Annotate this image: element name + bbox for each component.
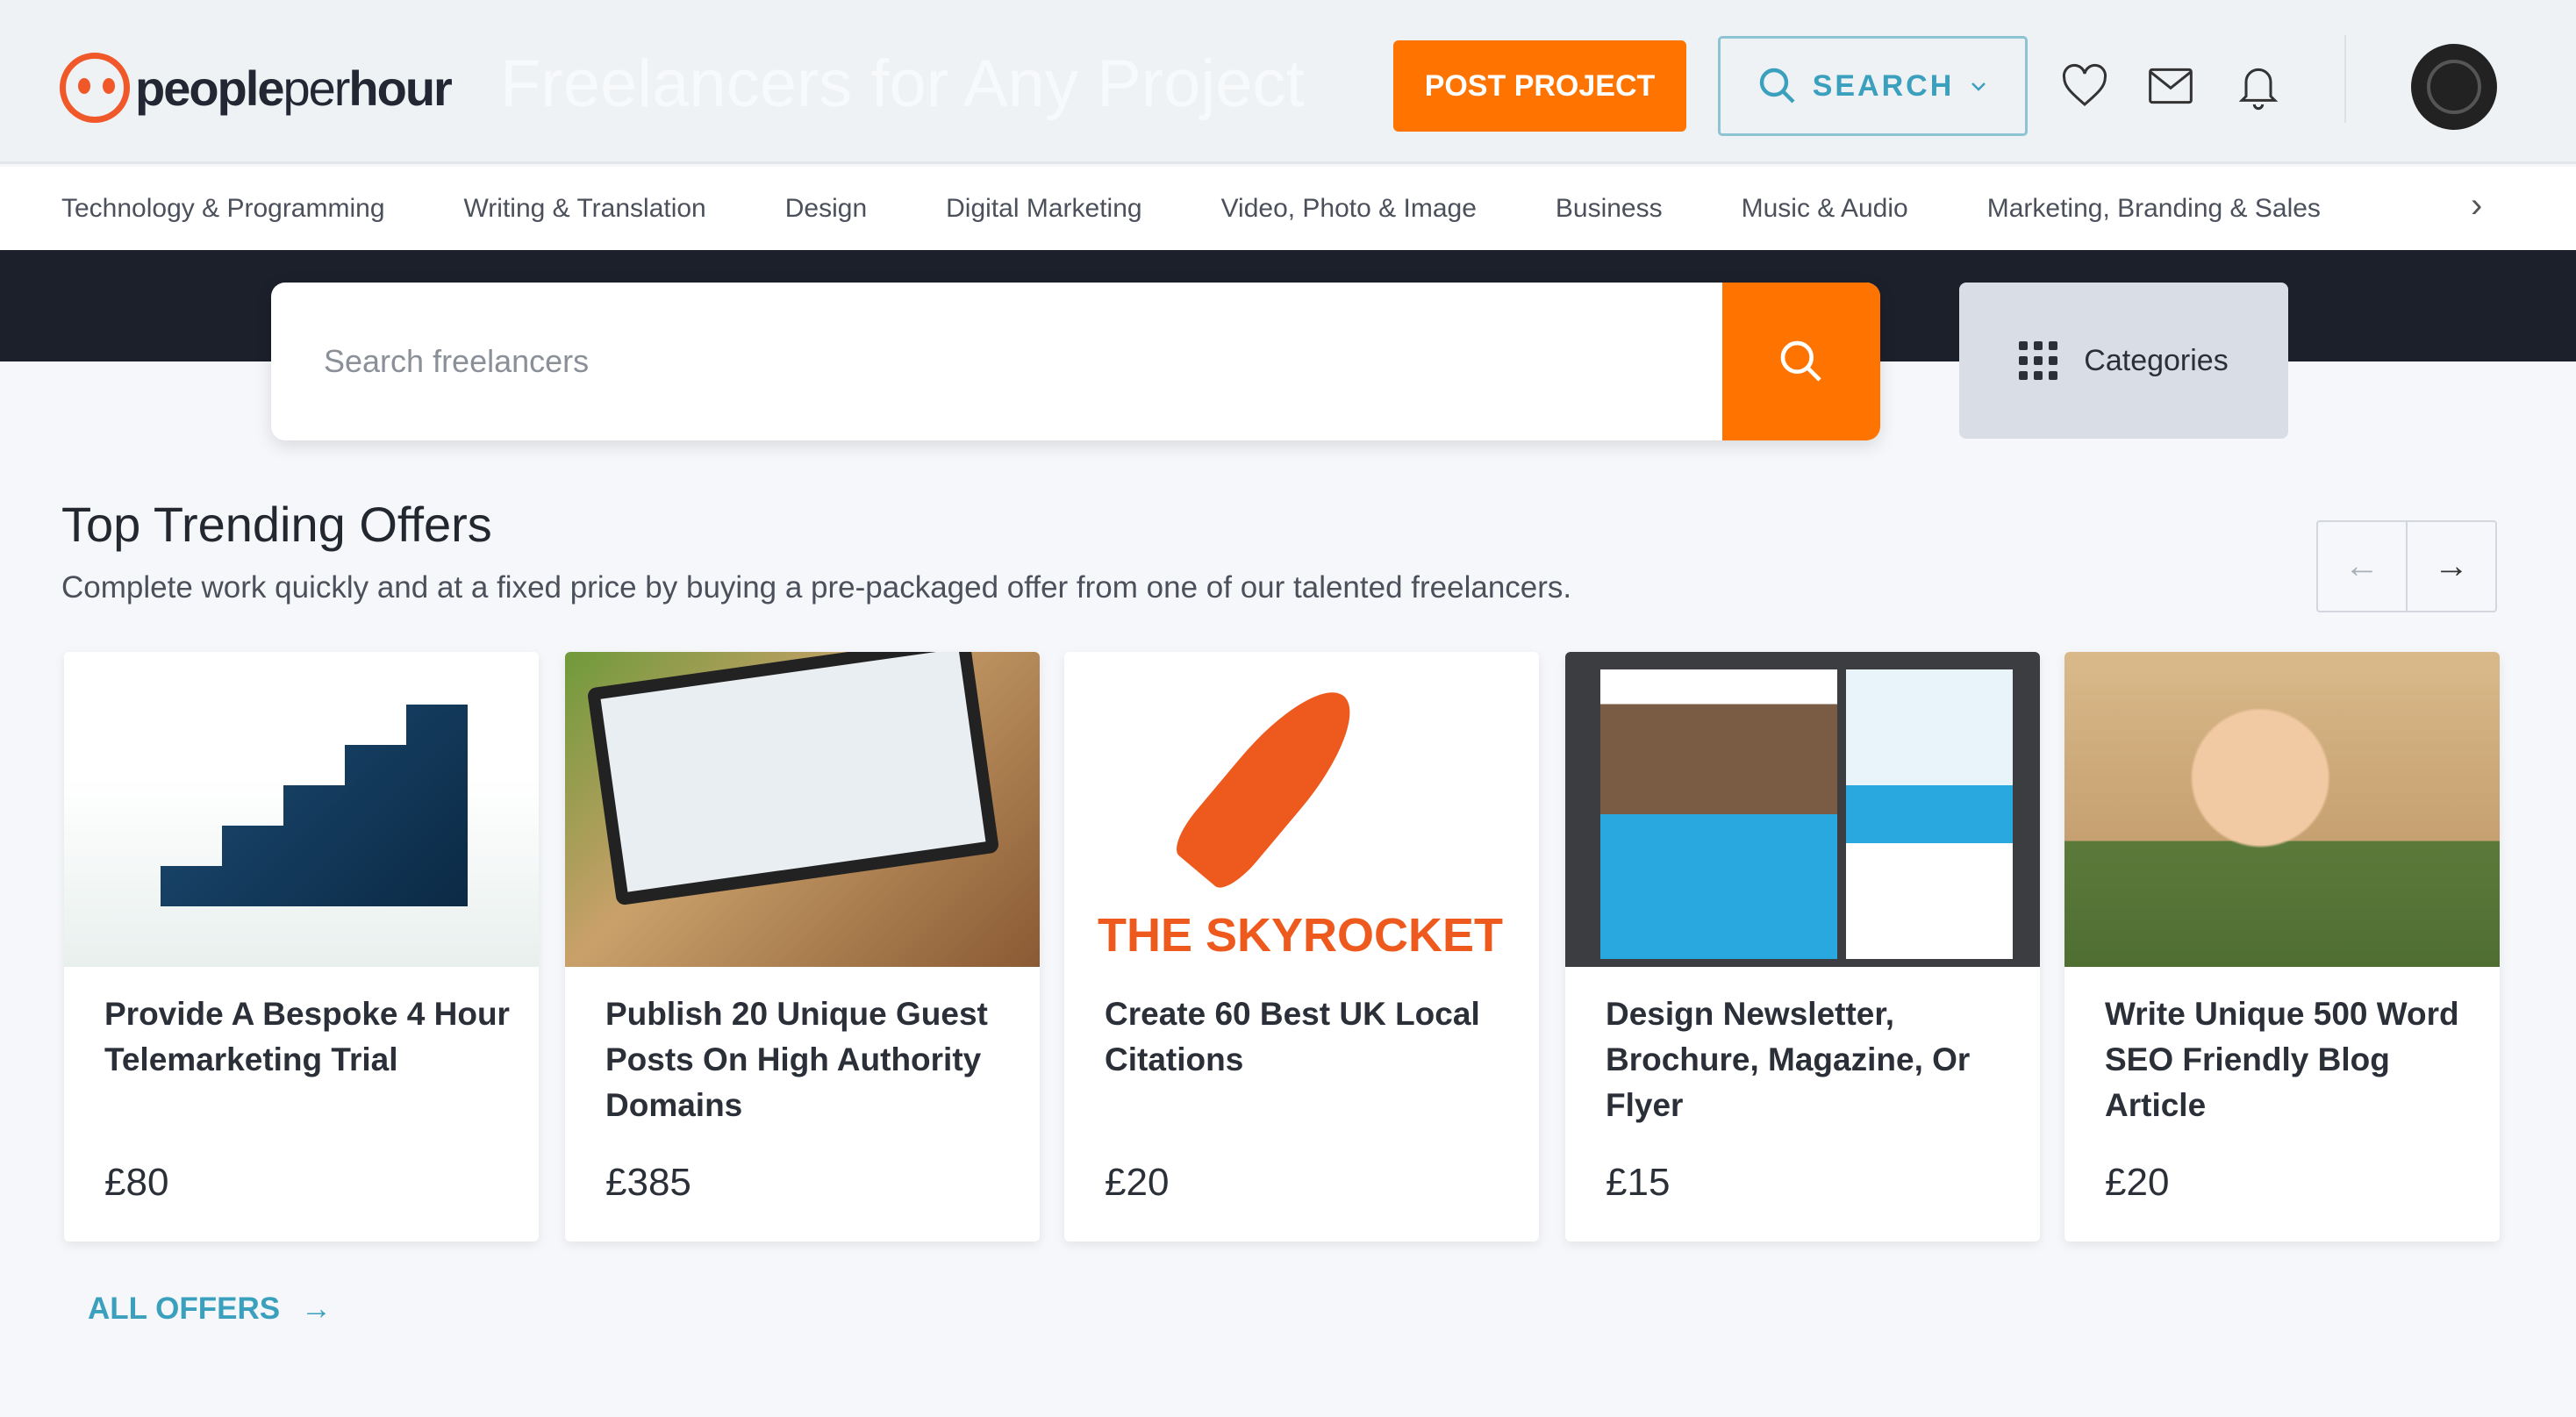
search-submit-button[interactable] [1722,283,1880,440]
nav-item-business[interactable]: Business [1556,194,1663,224]
offer-image [2064,652,2500,967]
divider [2344,35,2346,123]
nav-item-music[interactable]: Music & Audio [1742,194,1908,224]
post-project-button[interactable]: POST PROJECT [1393,40,1686,132]
search-icon [1780,340,1821,382]
arrow-right-icon[interactable]: → [2406,522,2495,611]
offer-title: Design Newsletter, Brochure, Magazine, O… [1606,996,1971,1123]
offer-price: £20 [2105,1161,2170,1204]
category-nav: Technology & Programming Writing & Trans… [0,167,2576,250]
all-offers-label: ALL OFFERS [88,1292,281,1326]
nav-item-digital-marketing[interactable]: Digital Marketing [946,194,1141,224]
offer-title: Create 60 Best UK Local Citations [1105,996,1480,1077]
bell-icon[interactable] [2234,61,2283,111]
search-input[interactable] [271,283,1722,440]
nav-item-design[interactable]: Design [785,194,867,224]
categories-label: Categories [2084,343,2229,377]
offer-image-text: THE SKYROCKET [1098,909,1504,962]
logo-text: people [135,60,284,116]
logo-text: hour [348,60,452,116]
offer-title: Write Unique 500 Word SEO Friendly Blog … [2105,996,2459,1123]
offer-price: £80 [104,1161,169,1204]
logo-icon [60,53,130,123]
logo-text: per [283,60,350,116]
offer-image [64,652,539,967]
offer-card[interactable]: Publish 20 Unique Guest Posts On High Au… [565,652,1040,1242]
arrow-left-icon[interactable]: ← [2318,522,2406,611]
arrow-right-icon: → [301,1292,333,1326]
offer-image [565,652,1040,967]
offer-title: Provide A Bespoke 4 Hour Telemarketing T… [104,996,510,1077]
avatar[interactable] [2411,44,2497,130]
offer-card[interactable]: Write Unique 500 Word SEO Friendly Blog … [2064,652,2500,1242]
offer-card[interactable]: Design Newsletter, Brochure, Magazine, O… [1565,652,2040,1242]
offer-image [1565,652,2040,967]
search-label: SEARCH [1812,68,1955,103]
nav-item-marketing[interactable]: Marketing, Branding & Sales [1987,194,2321,224]
search-dropdown-button[interactable]: SEARCH [1718,36,2028,136]
offer-image: THE SKYROCKET [1064,652,1539,967]
offer-price: £20 [1105,1161,1170,1204]
categories-button[interactable]: Categories [1959,283,2288,439]
heart-icon[interactable] [2060,61,2109,111]
carousel-controls: ← → [2316,520,2497,612]
offer-card[interactable]: THE SKYROCKET Create 60 Best UK Local Ci… [1064,652,1539,1242]
nav-item-writing[interactable]: Writing & Translation [464,194,706,224]
chevron-down-icon [1971,82,1986,91]
all-offers-link[interactable]: ALL OFFERS → [88,1292,332,1327]
hero-title-ghost: Freelancers for Any Project [500,47,1305,121]
search-icon [1759,68,1795,104]
offer-card[interactable]: Provide A Bespoke 4 Hour Telemarketing T… [64,652,539,1242]
search-bar [271,283,1880,440]
nav-item-video-photo[interactable]: Video, Photo & Image [1221,194,1477,224]
offer-price: £15 [1606,1161,1671,1204]
offer-title: Publish 20 Unique Guest Posts On High Au… [605,996,988,1123]
section-subtitle: Complete work quickly and at a fixed pri… [61,570,1572,605]
section-title: Top Trending Offers [61,497,492,552]
nav-item-technology[interactable]: Technology & Programming [61,194,385,224]
offer-price: £385 [605,1161,691,1204]
logo[interactable]: peopleperhour [60,53,453,123]
header: Freelancers for Any Project peopleperhou… [0,0,2576,164]
grid-icon [2019,341,2058,380]
chevron-right-icon[interactable]: › [2471,186,2482,225]
mail-icon[interactable] [2146,61,2195,111]
